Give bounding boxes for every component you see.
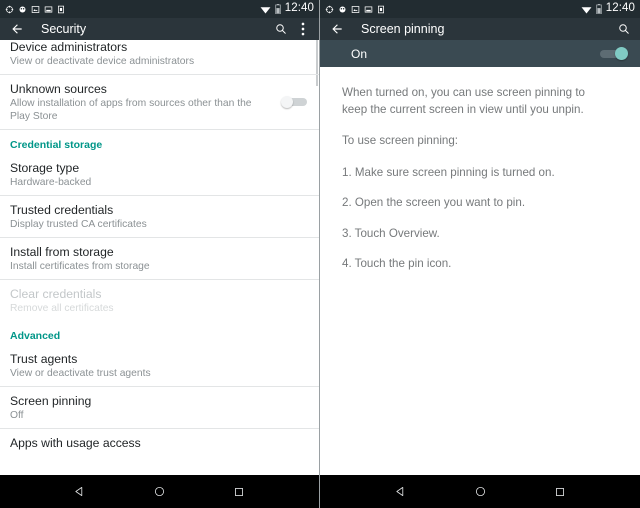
sync-icon-2	[19, 6, 26, 12]
search-button-left[interactable]	[273, 20, 289, 38]
action-bar-security: Security	[0, 18, 319, 40]
sync-icon	[5, 5, 14, 13]
screen-pinning-toggle-row[interactable]: On	[320, 40, 640, 67]
row-title: Install from storage	[10, 245, 114, 259]
screen-pinning-toggle-label: On	[351, 46, 368, 61]
list-item-unknown-sources[interactable]: Unknown sources Allow installation of ap…	[0, 75, 319, 130]
security-settings-list[interactable]: Device administrators View or deactivate…	[0, 40, 319, 475]
recents-square-icon	[556, 487, 564, 496]
home-circle-icon	[475, 486, 485, 497]
page-title-left: Security	[41, 22, 87, 36]
section-header-credential-storage: Credential storage	[10, 139, 103, 151]
wifi-icon	[581, 6, 592, 14]
nav-back-button[interactable]	[63, 475, 97, 508]
section-header-advanced: Advanced	[10, 330, 61, 342]
row-subtitle: Remove all certificates	[10, 303, 114, 314]
sync-icon-2	[339, 6, 346, 12]
instruction-step-1: 1. Make sure screen pinning is turned on…	[342, 165, 555, 179]
nav-recents-button[interactable]	[543, 475, 577, 508]
row-subtitle: View or deactivate device administrators	[10, 56, 195, 67]
toggle-knob	[615, 47, 628, 60]
row-title: Clear credentials	[10, 287, 102, 301]
description-paragraph: When turned on, you can use screen pinni…	[342, 86, 585, 116]
row-title: Storage type	[10, 161, 80, 175]
unknown-sources-toggle[interactable]	[281, 96, 307, 108]
sim-icon	[58, 5, 64, 13]
row-subtitle: View or deactivate trust agents	[10, 368, 151, 379]
row-title: Apps with usage access	[10, 436, 141, 450]
row-subtitle: Hardware-backed	[10, 177, 92, 188]
list-item-trust-agents[interactable]: Trust agents View or deactivate trust ag…	[0, 345, 319, 387]
back-triangle-icon	[75, 486, 83, 497]
screenshot-icon	[31, 5, 40, 13]
instruction-step-3: 3. Touch Overview.	[342, 226, 440, 240]
back-button-left[interactable]	[8, 20, 26, 38]
instruction-step-4: 4. Touch the pin icon.	[342, 257, 452, 270]
row-title: Trust agents	[10, 352, 78, 366]
instructions-intro: To use screen pinning:	[342, 134, 459, 147]
row-title: Screen pinning	[10, 394, 92, 408]
action-bar-actions-left	[273, 20, 311, 38]
nav-recents-button[interactable]	[222, 475, 256, 508]
screenshot-icon	[351, 5, 360, 13]
battery-icon	[275, 4, 281, 14]
screen-pinning-switch[interactable]	[600, 47, 628, 60]
battery-icon	[596, 4, 602, 14]
row-subtitle: Allow installation of apps from sources …	[10, 98, 252, 122]
back-button-right[interactable]	[328, 20, 346, 38]
status-bar-right-right-phone: 12:40	[581, 3, 635, 15]
search-icon	[619, 24, 629, 34]
navigation-bar-left	[0, 475, 319, 508]
instruction-step-2: 2. Open the screen you want to pin.	[342, 196, 526, 209]
list-item-trusted-credentials[interactable]: Trusted credentials Display trusted CA c…	[0, 196, 319, 238]
action-bar-screen-pinning: Screen pinning	[320, 18, 640, 40]
nav-back-button[interactable]	[383, 475, 417, 508]
sync-icon	[325, 5, 334, 13]
nav-home-button[interactable]	[142, 475, 176, 508]
row-title: Unknown sources	[10, 82, 107, 96]
back-arrow-icon	[12, 24, 22, 34]
list-item-device-administrators[interactable]: Device administrators View or deactivate…	[0, 40, 319, 75]
search-button-right[interactable]	[616, 20, 632, 38]
row-subtitle: Off	[10, 410, 24, 421]
search-icon	[276, 24, 286, 34]
action-bar-actions-right	[616, 20, 632, 38]
dual-screenshot-container: 12:40 Security Device administrators Vie…	[0, 0, 640, 508]
navigation-bar-right	[320, 475, 640, 508]
nav-home-button[interactable]	[463, 475, 497, 508]
back-triangle-icon	[395, 486, 403, 497]
list-item-storage-type[interactable]: Storage type Hardware-backed	[0, 154, 319, 196]
status-clock: 12:40	[284, 2, 314, 15]
overflow-menu-icon	[301, 22, 305, 36]
recents-square-icon	[235, 487, 244, 496]
screen-pinning-description: When turned on, you can use screen pinni…	[320, 67, 640, 475]
list-item-apps-with-usage-access[interactable]: Apps with usage access	[0, 429, 319, 456]
toggle-knob	[281, 96, 293, 108]
list-item-install-from-storage[interactable]: Install from storage Install certificate…	[0, 238, 319, 280]
wifi-icon	[260, 6, 271, 14]
row-subtitle: Display trusted CA certificates	[10, 219, 147, 230]
back-arrow-icon	[332, 24, 342, 34]
status-clock: 12:40	[605, 2, 635, 15]
status-bar-left: 12:40	[0, 0, 319, 18]
status-bar-right: 12:40	[320, 0, 640, 18]
sim-icon	[378, 5, 384, 13]
home-circle-icon	[154, 486, 165, 497]
screenshot-icon-2	[364, 6, 373, 12]
left-phone-screen: 12:40 Security Device administrators Vie…	[0, 0, 320, 508]
status-bar-left-icons-right	[325, 5, 385, 14]
page-title-right: Screen pinning	[361, 22, 445, 36]
list-item-screen-pinning[interactable]: Screen pinning Off	[0, 387, 319, 429]
row-title: Trusted credentials	[10, 203, 114, 217]
right-phone-screen: 12:40 Screen pinning On When turned on, …	[320, 0, 640, 508]
list-item-clear-credentials: Clear credentials Remove all certificate…	[0, 280, 319, 321]
status-bar-left-icons	[5, 5, 65, 14]
overflow-menu-button[interactable]	[295, 20, 311, 38]
row-subtitle: Install certificates from storage	[10, 261, 150, 272]
status-bar-right-left-phone: 12:40	[260, 3, 314, 15]
row-title: Device administrators	[10, 40, 128, 54]
screenshot-icon-2	[44, 6, 53, 12]
